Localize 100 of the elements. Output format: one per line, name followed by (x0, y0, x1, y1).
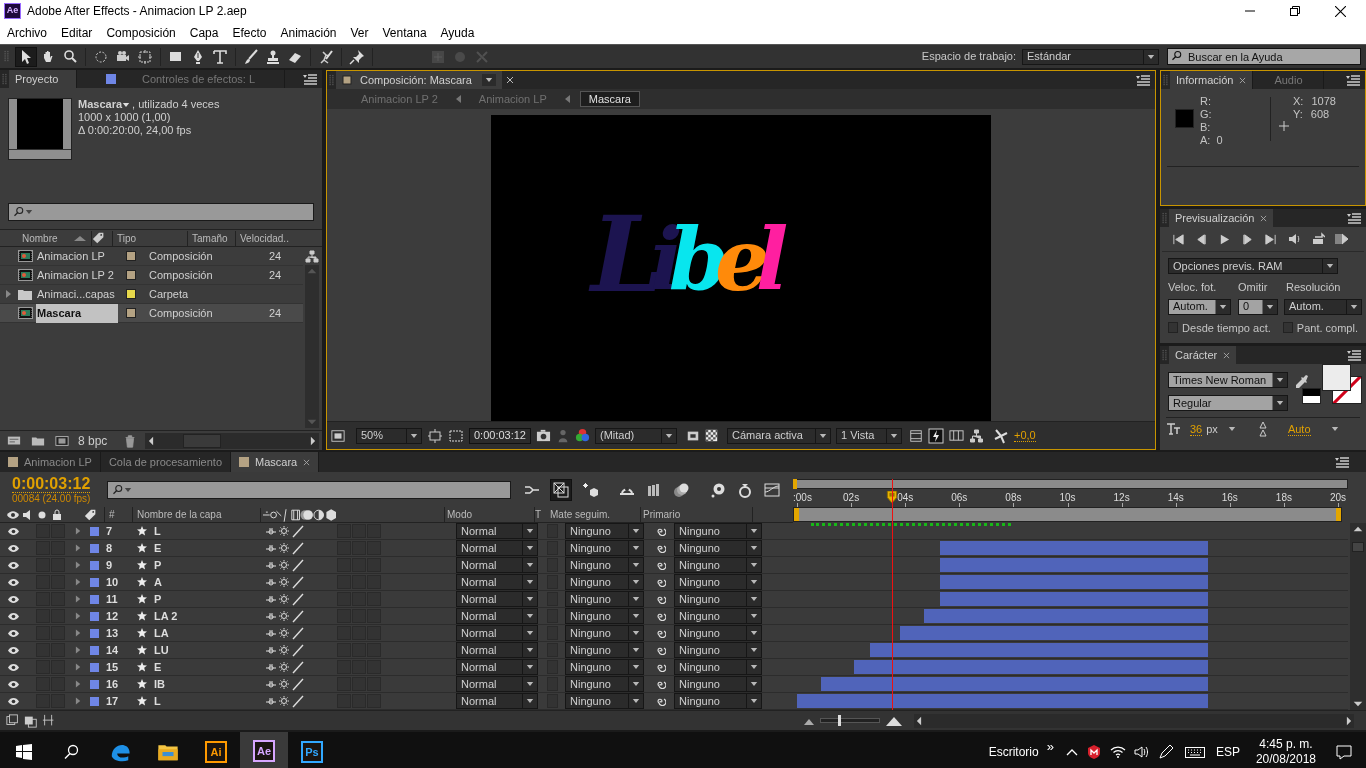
panel-menu-icon[interactable] (302, 73, 318, 85)
resolution-dropdown[interactable]: Autom. (1284, 298, 1362, 315)
label-color-swatch[interactable] (90, 628, 99, 638)
motion-blur-icon[interactable] (672, 481, 690, 498)
quality-sun-icon[interactable] (279, 526, 289, 536)
camera-dropdown[interactable]: Cámara activa (727, 427, 831, 444)
layer-switches-icon[interactable] (6, 713, 20, 728)
switch-box[interactable] (36, 524, 50, 538)
menu-item[interactable]: Ventana (382, 24, 427, 42)
expand-arrow-icon[interactable] (75, 544, 82, 552)
video-eye-icon[interactable] (7, 576, 20, 588)
menu-item[interactable]: Composición (106, 24, 176, 42)
quality-sun-icon[interactable] (279, 611, 289, 621)
font-family-dropdown[interactable]: Times New Roman (1168, 372, 1288, 388)
font-size-value[interactable]: 36 (1190, 422, 1203, 436)
parent-dropdown[interactable]: Ninguno (674, 523, 762, 539)
video-eye-icon[interactable] (7, 695, 20, 707)
blend-mode-dropdown[interactable]: Normal (456, 625, 538, 641)
menu-item[interactable]: Animación (280, 24, 337, 42)
quality-slash-icon[interactable] (292, 660, 304, 674)
quality-slash-icon[interactable] (292, 592, 304, 606)
shy-switch-icon[interactable] (266, 560, 276, 570)
column-header[interactable]: # (104, 507, 132, 522)
current-time[interactable]: 0:00:03:12 (12, 474, 91, 493)
grip-icon[interactable] (1162, 211, 1167, 225)
video-eye-icon[interactable] (7, 678, 20, 690)
region-icon[interactable] (331, 428, 345, 443)
frame-rate-dropdown[interactable]: Autom. (1168, 298, 1231, 315)
leading-value[interactable]: Auto (1287, 422, 1311, 436)
panel-menu-icon[interactable] (1346, 349, 1362, 361)
loop-icon[interactable] (1311, 232, 1325, 246)
previous-frame-icon[interactable] (1195, 232, 1208, 246)
expand-arrow-icon[interactable] (75, 561, 82, 569)
panel-menu-icon[interactable] (1334, 456, 1350, 468)
track-matte-dropdown[interactable]: Ninguno (565, 574, 644, 590)
layer-name[interactable]: L (154, 692, 264, 710)
video-eye-icon[interactable] (6, 508, 20, 521)
shy-switch-icon[interactable] (266, 645, 276, 655)
video-eye-icon[interactable] (7, 525, 20, 537)
pick-whip-icon[interactable] (656, 594, 666, 604)
video-eye-icon[interactable] (7, 627, 20, 639)
project-item-row[interactable]: Animacion LP Composición 24 (0, 247, 303, 266)
parent-dropdown[interactable]: Ninguno (674, 540, 762, 556)
menu-item[interactable]: Editar (61, 24, 93, 42)
close-icon[interactable] (505, 76, 514, 84)
quality-sun-icon[interactable] (279, 662, 289, 672)
quality-sun-icon[interactable] (279, 696, 289, 706)
menu-item[interactable]: Archivo (7, 24, 47, 42)
flowchart-icon[interactable] (305, 250, 319, 263)
blend-mode-dropdown[interactable]: Normal (456, 591, 538, 607)
scroll-left-icon[interactable] (148, 435, 155, 446)
quality-slash-icon[interactable] (292, 558, 304, 572)
wifi-icon[interactable] (1109, 744, 1126, 760)
zoom-slider-track[interactable] (820, 718, 880, 723)
panel-tab[interactable]: Mascara (231, 452, 320, 472)
grip-icon[interactable] (2, 72, 7, 86)
blend-mode-dropdown[interactable]: Normal (456, 642, 538, 658)
parent-dropdown[interactable]: Ninguno (674, 625, 762, 641)
pick-whip-icon[interactable] (656, 696, 666, 706)
layer-search-field[interactable] (107, 480, 511, 499)
layer-name[interactable]: E (154, 539, 264, 557)
shy-switch-icon[interactable] (266, 696, 276, 706)
column-header[interactable]: Modo (447, 507, 535, 522)
switch-box[interactable] (352, 524, 366, 538)
breadcrumb[interactable]: Mascara (579, 91, 640, 107)
track-matte-dropdown[interactable]: Ninguno (565, 591, 644, 607)
exposure-icon[interactable] (993, 427, 1009, 444)
scroll-right-icon[interactable] (310, 435, 316, 446)
panel-tab[interactable]: Carácter (1169, 346, 1237, 364)
label-color-swatch[interactable] (90, 696, 99, 706)
column-header[interactable]: Tamaño (187, 230, 235, 246)
shy-switch-icon[interactable] (266, 594, 276, 604)
font-style-dropdown[interactable]: Regular (1168, 395, 1288, 411)
blend-mode-dropdown[interactable]: Normal (456, 557, 538, 573)
quality-slash-icon[interactable] (292, 694, 304, 708)
label-color-swatch[interactable] (90, 594, 99, 604)
layer-name[interactable]: L (154, 522, 264, 540)
safe-zones-icon[interactable] (427, 427, 443, 444)
grip-icon[interactable] (1163, 73, 1168, 87)
track-matte-dropdown[interactable]: Ninguno (565, 625, 644, 641)
quality-sun-icon[interactable] (279, 628, 289, 638)
quality-sun-icon[interactable] (279, 645, 289, 655)
track-matte-dropdown[interactable]: Ninguno (565, 642, 644, 658)
new-composition-icon[interactable] (54, 433, 70, 448)
pen-icon[interactable] (1157, 744, 1174, 760)
transparency-grid-icon[interactable] (448, 427, 464, 444)
layer-name[interactable]: IB (154, 675, 264, 693)
quality-slash-icon[interactable] (292, 609, 304, 623)
timecode-field[interactable]: 0:00:03:12 (469, 427, 531, 444)
zoom-dropdown[interactable]: 50% (356, 427, 422, 444)
volume-icon[interactable] (1133, 744, 1150, 760)
horizontal-scrollbar[interactable] (914, 713, 1354, 728)
video-eye-icon[interactable] (7, 661, 20, 673)
project-item-row[interactable]: Mascara Composición 24 (0, 304, 303, 323)
sort-arrow-icon[interactable] (74, 234, 86, 242)
toolbar-chevron[interactable]: » (1046, 737, 1054, 757)
panel-menu-icon[interactable] (1345, 74, 1361, 86)
checkbox[interactable] (1282, 322, 1293, 334)
panel-menu-icon[interactable] (1346, 212, 1362, 224)
project-item-row[interactable]: Animacion LP 2 Composición 24 (0, 266, 303, 285)
